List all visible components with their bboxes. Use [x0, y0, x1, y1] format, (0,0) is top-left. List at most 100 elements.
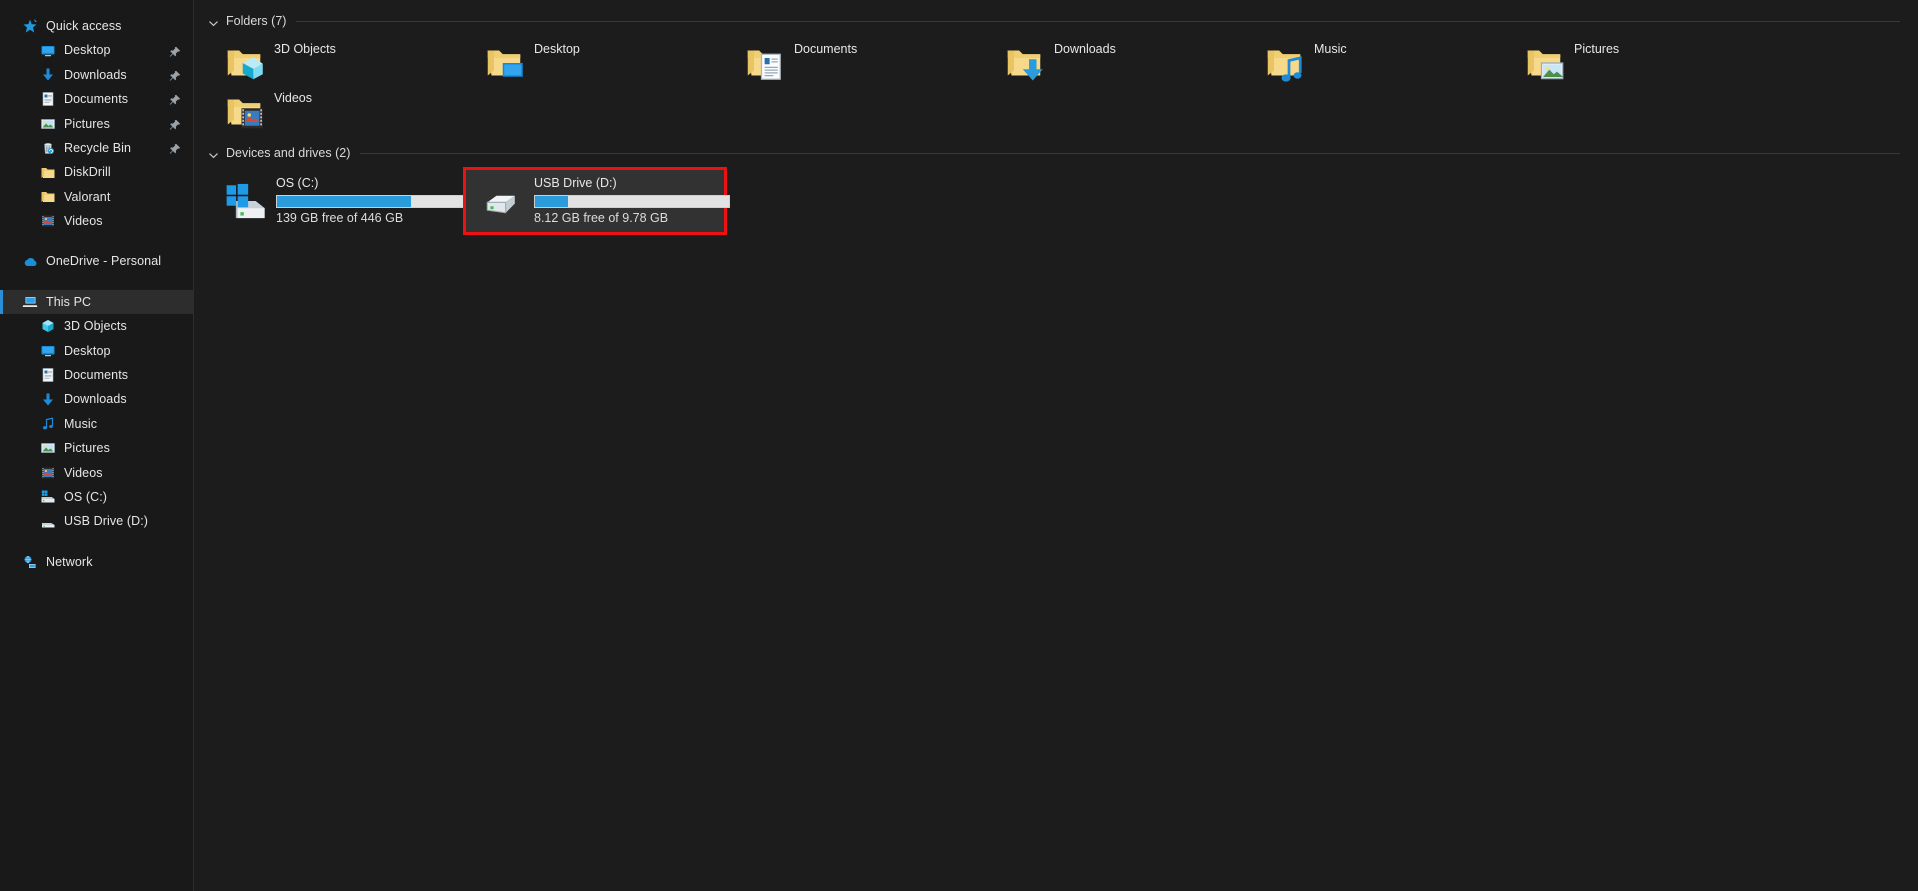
sidebar-item-diskdrill[interactable]: DiskDrill [0, 160, 193, 184]
folder-item-label: Videos [274, 91, 312, 105]
sidebar-item-network[interactable]: Network [0, 550, 193, 574]
usb-removable-drive-icon [482, 180, 524, 222]
drive-item-os-c[interactable]: OS (C:)139 GB free of 446 GB [208, 170, 466, 232]
sidebar-item-videos[interactable]: Videos [0, 209, 193, 233]
onedrive-cloud-icon [22, 254, 38, 270]
usb-drive-icon [40, 514, 56, 530]
sidebar-item-label: DiskDrill [64, 166, 111, 179]
navigation-sidebar[interactable]: Quick accessDesktopDownloadsDocumentsPic… [0, 0, 194, 891]
sidebar-item-pictures[interactable]: Pictures [0, 112, 193, 136]
sidebar-item-label: Videos [64, 215, 103, 228]
documents-icon [40, 91, 56, 107]
folders-section-title: Folders (7) [226, 14, 286, 28]
drives-grid: OS (C:)139 GB free of 446 GBUSB Drive (D… [194, 170, 1918, 232]
videos-icon [40, 465, 56, 481]
folder-downloads-icon [1004, 43, 1044, 83]
sidebar-item-valorant[interactable]: Valorant [0, 185, 193, 209]
folder-item-videos[interactable]: Videos [208, 87, 468, 136]
folder-item-documents[interactable]: Documents [728, 38, 988, 87]
pin-icon[interactable] [169, 93, 181, 105]
folder-item-downloads[interactable]: Downloads [988, 38, 1248, 87]
drive-item-usb-drive-d[interactable]: USB Drive (D:)8.12 GB free of 9.78 GB [466, 170, 724, 232]
sidebar-item-documents[interactable]: Documents [0, 363, 193, 387]
file-explorer-window: Quick accessDesktopDownloadsDocumentsPic… [0, 0, 1918, 891]
folder-item-label: Pictures [1574, 42, 1619, 56]
folders-grid: 3D Objects Desktop Documents Downloads Music… [194, 38, 1918, 136]
sidebar-item-label: USB Drive (D:) [64, 515, 148, 528]
downloads-icon [40, 67, 56, 83]
pictures-icon [40, 440, 56, 456]
this-pc-icon [22, 294, 38, 310]
drive-free-space-label: 139 GB free of 446 GB [276, 212, 456, 226]
content-pane: Folders (7) 3D Objects Desktop Documents Do… [194, 0, 1918, 891]
pictures-icon [40, 116, 56, 132]
drives-section-title: Devices and drives (2) [226, 146, 350, 160]
sidebar-item-usb-drive-d[interactable]: USB Drive (D:) [0, 509, 193, 533]
sidebar-item-label: Pictures [64, 442, 110, 455]
sidebar-item-downloads[interactable]: Downloads [0, 63, 193, 87]
drive-name-label: USB Drive (D:) [534, 177, 714, 191]
sidebar-item-label: Network [46, 556, 93, 569]
folder-item-3d-objects[interactable]: 3D Objects [208, 38, 468, 87]
sidebar-group-gap [0, 234, 193, 250]
drives-section-header[interactable]: Devices and drives (2) [194, 142, 1918, 164]
chevron-down-icon[interactable] [208, 16, 219, 27]
folder-item-pictures[interactable]: Pictures [1508, 38, 1768, 87]
sidebar-item-videos[interactable]: Videos [0, 461, 193, 485]
folder-desktop-icon [484, 43, 524, 83]
drive-capacity-bar [276, 195, 472, 208]
desktop-icon [40, 343, 56, 359]
quick-access-star-icon [22, 18, 38, 34]
folder-3d-objects-icon [224, 43, 264, 83]
videos-icon [40, 213, 56, 229]
sidebar-group-gap [0, 534, 193, 550]
sidebar-item-pictures[interactable]: Pictures [0, 436, 193, 460]
sidebar-item-onedrive-personal[interactable]: OneDrive - Personal [0, 250, 193, 274]
sidebar-item-this-pc[interactable]: This PC [0, 290, 193, 314]
sidebar-item-os-c[interactable]: OS (C:) [0, 485, 193, 509]
sidebar-item-downloads[interactable]: Downloads [0, 387, 193, 411]
recycle-bin-icon [40, 140, 56, 156]
sidebar-item-label: Desktop [64, 345, 111, 358]
downloads-icon [40, 392, 56, 408]
sidebar-item-quick-access[interactable]: Quick access [0, 14, 193, 38]
pin-icon[interactable] [169, 45, 181, 57]
folder-videos-icon [224, 92, 264, 132]
desktop-icon [40, 43, 56, 59]
folder-music-icon [1264, 43, 1304, 83]
pin-icon[interactable] [169, 69, 181, 81]
section-divider [360, 153, 1900, 154]
section-divider [296, 21, 1900, 22]
pin-icon[interactable] [169, 142, 181, 154]
sidebar-item-label: Downloads [64, 393, 127, 406]
sidebar-item-label: Videos [64, 467, 103, 480]
folders-section-header[interactable]: Folders (7) [194, 10, 1918, 32]
sidebar-item-documents[interactable]: Documents [0, 87, 193, 111]
sidebar-item-music[interactable]: Music [0, 412, 193, 436]
folder-item-label: Downloads [1054, 42, 1116, 56]
sidebar-item-label: Downloads [64, 69, 127, 82]
sidebar-item-label: Desktop [64, 44, 111, 57]
network-icon [22, 554, 38, 570]
folder-icon [40, 165, 56, 181]
folder-icon [40, 189, 56, 205]
sidebar-item-recycle-bin[interactable]: Recycle Bin [0, 136, 193, 160]
folder-item-music[interactable]: Music [1248, 38, 1508, 87]
3d-objects-icon [40, 318, 56, 334]
sidebar-item-3d-objects[interactable]: 3D Objects [0, 314, 193, 338]
folder-documents-icon [744, 43, 784, 83]
drive-capacity-bar [534, 195, 730, 208]
sidebar-group-gap [0, 274, 193, 290]
chevron-down-icon[interactable] [208, 148, 219, 159]
sidebar-item-label: OneDrive - Personal [46, 255, 161, 268]
drive-capacity-fill [535, 196, 568, 207]
sidebar-item-desktop[interactable]: Desktop [0, 339, 193, 363]
windows-hard-drive-icon [224, 180, 266, 222]
folder-item-desktop[interactable]: Desktop [468, 38, 728, 87]
folder-pictures-icon [1524, 43, 1564, 83]
folder-item-label: Desktop [534, 42, 580, 56]
windows-drive-icon [40, 489, 56, 505]
pin-icon[interactable] [169, 118, 181, 130]
sidebar-item-desktop[interactable]: Desktop [0, 38, 193, 62]
sidebar-item-label: 3D Objects [64, 320, 127, 333]
